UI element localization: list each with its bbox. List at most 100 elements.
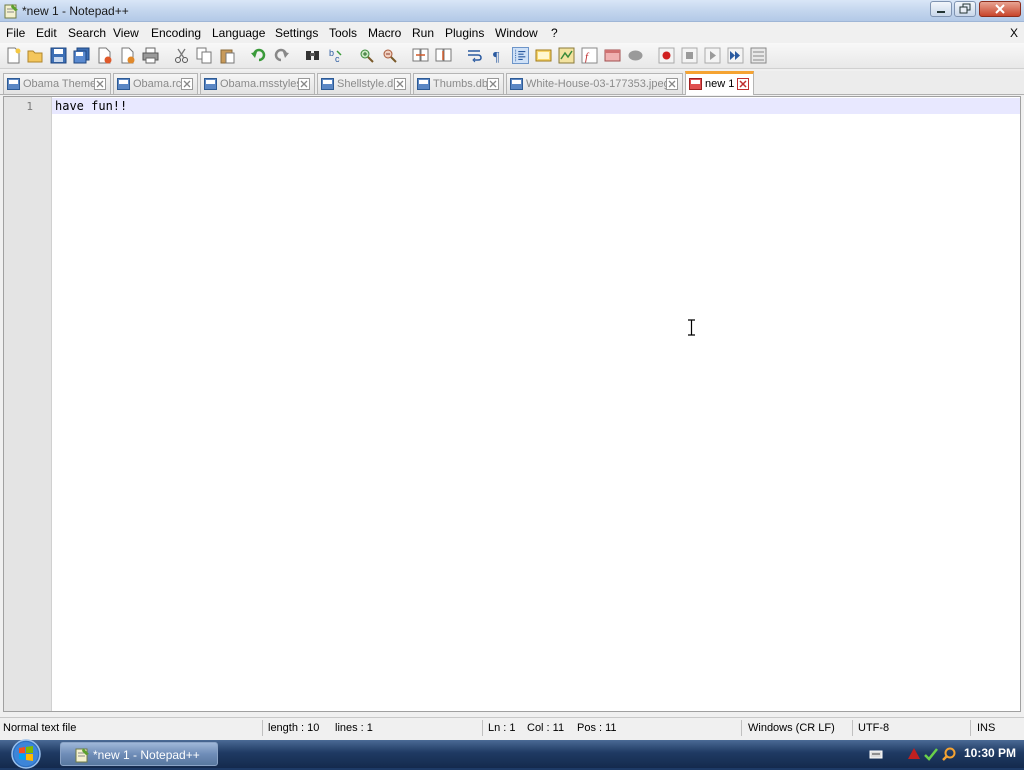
text-editor[interactable]: 1 have fun!! <box>3 96 1021 712</box>
save-macro-icon[interactable] <box>750 47 767 64</box>
zoom-out-icon[interactable] <box>381 47 398 64</box>
menu-encoding[interactable]: Encoding <box>151 26 201 40</box>
indent-guide-icon[interactable] <box>512 47 529 64</box>
tab-close-icon[interactable] <box>487 78 499 90</box>
search-tray-icon[interactable] <box>941 746 957 762</box>
record-macro-icon[interactable] <box>658 47 675 64</box>
restore-button[interactable] <box>954 1 976 17</box>
playback-macro-icon[interactable] <box>704 47 721 64</box>
save-all-icon[interactable] <box>73 47 90 64</box>
status-divider <box>970 720 971 736</box>
replace-icon[interactable]: bc <box>327 47 344 64</box>
save-icon[interactable] <box>50 47 67 64</box>
document-map-icon[interactable] <box>558 47 575 64</box>
tab-label: Thumbs.db <box>433 78 489 90</box>
paste-icon[interactable] <box>219 47 236 64</box>
tab-thumbs-db[interactable]: Thumbs.db <box>413 73 504 94</box>
copy-icon[interactable] <box>196 47 213 64</box>
status-position: Pos : 11 <box>577 722 617 734</box>
status-lines: lines : 1 <box>335 722 373 734</box>
taskbar-button-notepadpp[interactable]: *new 1 - Notepad++ <box>60 742 218 766</box>
tab-label: Obama.msstyles <box>220 78 302 90</box>
menu-view[interactable]: View <box>113 26 139 40</box>
tab-label: Shellstyle.dll <box>337 78 399 90</box>
undo-icon[interactable] <box>250 47 267 64</box>
notepadpp-window: *new 1 - Notepad++ File Edit Search View… <box>0 0 1024 740</box>
saved-file-icon <box>510 78 523 90</box>
minimize-icon <box>937 11 945 13</box>
tab-close-icon[interactable] <box>298 78 310 90</box>
status-divider <box>852 720 853 736</box>
window-title: *new 1 - Notepad++ <box>22 4 129 18</box>
close-all-icon[interactable] <box>119 47 136 64</box>
tab-close-icon[interactable] <box>394 78 406 90</box>
status-length: length : 10 <box>268 722 320 734</box>
menu-plugins[interactable]: Plugins <box>445 26 484 40</box>
notepadpp-app-icon <box>75 748 89 763</box>
minimize-button[interactable] <box>930 1 952 17</box>
tab-label: White-House-03-177353.jpeg <box>526 78 670 90</box>
menu-macro[interactable]: Macro <box>368 26 401 40</box>
tab-label: Obama Theme <box>23 78 97 90</box>
tab-shellstyle-dll[interactable]: Shellstyle.dll <box>317 73 411 94</box>
editor-line-text[interactable]: have fun!! <box>55 99 127 113</box>
close-window-button[interactable] <box>979 1 1021 17</box>
menu-run[interactable]: Run <box>412 26 434 40</box>
saved-file-icon <box>117 78 130 90</box>
open-file-icon[interactable] <box>27 47 44 64</box>
menu-tools[interactable]: Tools <box>329 26 357 40</box>
tab-close-icon[interactable] <box>181 78 193 90</box>
windows-start-icon[interactable] <box>10 738 42 770</box>
redo-icon[interactable] <box>273 47 290 64</box>
close-file-icon[interactable] <box>96 47 113 64</box>
tab-close-icon[interactable] <box>666 78 678 90</box>
tab-new-1[interactable]: new 1 <box>685 71 754 95</box>
tab-close-icon[interactable] <box>737 78 749 90</box>
tab-obama-rci[interactable]: Obama.rci <box>113 73 198 94</box>
menu-search[interactable]: Search <box>68 26 106 40</box>
menu-help[interactable]: ? <box>551 26 558 40</box>
title-bar[interactable]: *new 1 - Notepad++ <box>0 0 1024 22</box>
folder-workspace-icon[interactable] <box>604 47 621 64</box>
sync-horizontal-icon[interactable] <box>435 47 452 64</box>
security-alert-icon[interactable] <box>906 746 922 762</box>
text-cursor-icon <box>688 319 695 336</box>
unsaved-file-icon <box>689 78 702 90</box>
svg-text:¶: ¶ <box>493 50 500 64</box>
windows-taskbar: *new 1 - Notepad++ 10:30 PM <box>0 738 1024 770</box>
function-list-icon[interactable]: f <box>581 47 598 64</box>
saved-file-icon <box>7 78 20 90</box>
status-line-number: Ln : 1 <box>488 722 516 734</box>
line-number-gutter: 1 <box>4 97 52 711</box>
word-wrap-icon[interactable] <box>466 47 483 64</box>
status-encoding: UTF-8 <box>858 722 890 734</box>
network-icon[interactable] <box>923 746 939 762</box>
menu-edit[interactable]: Edit <box>36 26 57 40</box>
menu-language[interactable]: Language <box>212 26 265 40</box>
new-file-icon[interactable] <box>5 47 22 64</box>
cut-icon[interactable] <box>173 47 190 64</box>
show-all-characters-icon[interactable]: ¶ <box>489 47 506 64</box>
keyboard-layout-icon[interactable] <box>868 746 884 762</box>
zoom-in-icon[interactable] <box>358 47 375 64</box>
tab-obama-msstyles[interactable]: Obama.msstyles <box>200 73 315 94</box>
document-tab-bar: Obama Theme Obama.rci Obama.msstyles She… <box>0 71 1024 95</box>
print-icon[interactable] <box>142 47 159 64</box>
user-language-icon[interactable] <box>535 47 552 64</box>
tab-white-house-jpeg[interactable]: White-House-03-177353.jpeg <box>506 73 683 94</box>
menu-bar: File Edit Search View Encoding Language … <box>0 23 1024 43</box>
close-icon <box>995 4 1005 14</box>
stop-recording-icon[interactable] <box>681 47 698 64</box>
find-icon[interactable] <box>304 47 321 64</box>
sync-vertical-icon[interactable] <box>412 47 429 64</box>
monitoring-icon[interactable] <box>627 47 644 64</box>
svg-text:c: c <box>335 54 340 64</box>
close-document-button[interactable]: X <box>1010 26 1018 40</box>
menu-file[interactable]: File <box>6 26 25 40</box>
run-macro-multiple-icon[interactable] <box>727 47 744 64</box>
tab-obama-theme[interactable]: Obama Theme <box>3 73 111 94</box>
menu-settings[interactable]: Settings <box>275 26 318 40</box>
tab-close-icon[interactable] <box>94 78 106 90</box>
system-clock[interactable]: 10:30 PM <box>964 746 1016 760</box>
menu-window[interactable]: Window <box>495 26 538 40</box>
